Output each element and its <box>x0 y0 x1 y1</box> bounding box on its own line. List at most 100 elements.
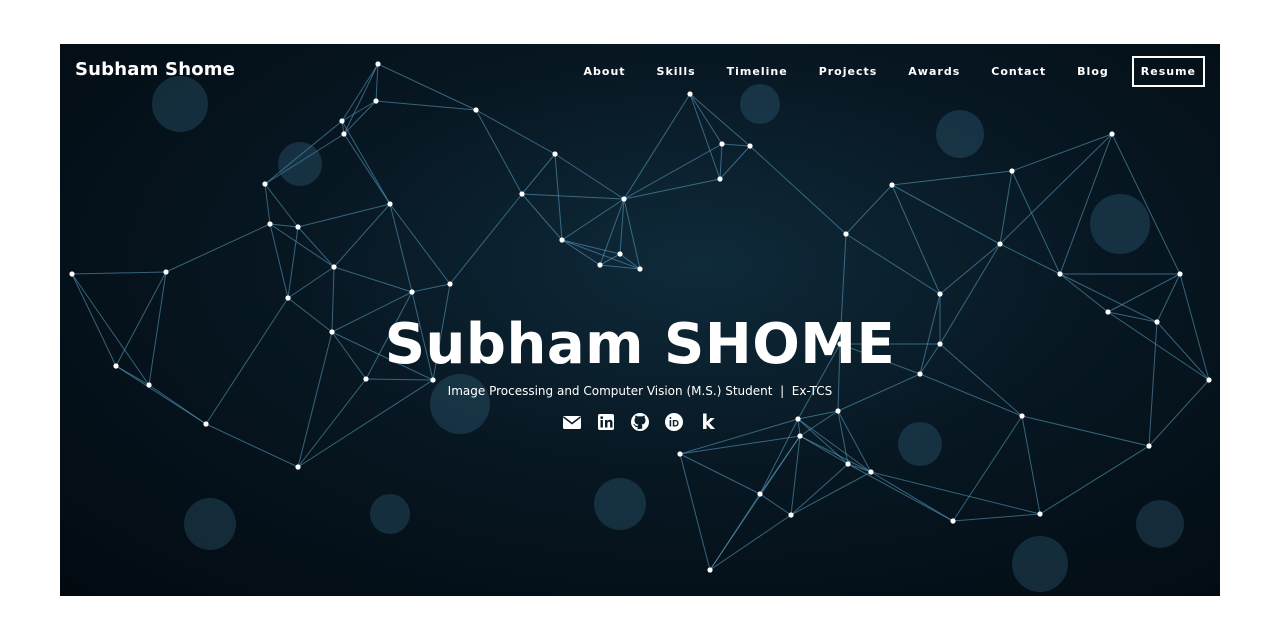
network-link <box>269 223 289 299</box>
network-node <box>747 143 753 149</box>
network-link <box>749 145 847 235</box>
navbar: Subham Shome About Skills Timeline Proje… <box>60 44 1220 98</box>
bokeh-blob <box>1090 194 1150 254</box>
kaggle-icon[interactable]: k <box>698 412 718 432</box>
network-link <box>389 203 451 285</box>
network-link <box>333 266 413 293</box>
hero-content: Subham SHOME Image Processing and Comput… <box>60 310 1220 432</box>
network-node <box>788 512 794 518</box>
network-link <box>521 193 563 241</box>
bokeh-blob <box>184 498 236 550</box>
bokeh-blob <box>936 110 984 158</box>
network-link <box>561 239 621 255</box>
network-link <box>1059 273 1109 313</box>
network-node <box>559 237 565 243</box>
network-link <box>561 198 625 241</box>
social-links: k <box>60 412 1220 432</box>
nav-links: About Skills Timeline Projects Awards Co… <box>584 55 1205 87</box>
network-link <box>297 203 391 228</box>
network-node <box>621 196 627 202</box>
bokeh-blob <box>278 142 322 186</box>
github-icon[interactable] <box>630 412 650 432</box>
network-node <box>1037 511 1043 517</box>
network-node <box>677 451 683 457</box>
network-link <box>799 435 872 473</box>
network-node <box>845 461 851 467</box>
network-node <box>637 266 643 272</box>
network-link <box>709 435 801 571</box>
network-node <box>1177 271 1183 277</box>
nav-link-about[interactable]: About <box>584 65 626 78</box>
network-link <box>1011 170 1061 275</box>
network-link <box>679 453 711 571</box>
hero-title: Subham SHOME <box>384 312 896 377</box>
network-link <box>71 271 167 275</box>
orcid-icon[interactable] <box>664 412 684 432</box>
network-link <box>721 143 751 147</box>
network-link <box>343 133 391 205</box>
network-link <box>679 453 761 495</box>
nav-link-contact[interactable]: Contact <box>991 65 1046 78</box>
network-node <box>597 262 603 268</box>
network-link <box>891 170 1013 186</box>
network-link <box>269 223 335 268</box>
network-link <box>165 223 271 273</box>
hero-section: Subham Shome About Skills Timeline Proje… <box>60 44 1220 596</box>
network-link <box>411 283 451 293</box>
nav-link-blog[interactable]: Blog <box>1077 65 1109 78</box>
bokeh-blob <box>1012 536 1068 592</box>
network-node <box>552 151 558 157</box>
brand-logo[interactable]: Subham Shome <box>75 59 235 80</box>
hero-subtitle: Image Processing and Computer Vision (M.… <box>447 384 833 398</box>
network-link <box>952 513 1041 522</box>
network-node <box>707 567 713 573</box>
network-link <box>623 178 721 200</box>
network-node <box>950 518 956 524</box>
network-node <box>267 221 273 227</box>
network-node <box>617 251 623 257</box>
network-link <box>709 514 792 571</box>
nav-link-skills[interactable]: Skills <box>657 65 696 78</box>
network-node <box>69 271 75 277</box>
network-node <box>409 289 415 295</box>
network-link <box>554 153 563 241</box>
network-link <box>375 100 477 111</box>
network-link <box>689 93 723 145</box>
network-link <box>847 463 954 522</box>
network-node <box>163 269 169 275</box>
network-node <box>519 191 525 197</box>
network-link <box>623 143 723 200</box>
kaggle-glyph: k <box>701 410 715 434</box>
network-link <box>870 471 1041 515</box>
envelope-icon[interactable] <box>562 412 582 432</box>
linkedin-icon[interactable] <box>596 412 616 432</box>
network-node <box>295 224 301 230</box>
network-link <box>1011 133 1113 172</box>
network-node <box>295 464 301 470</box>
network-link <box>891 184 941 295</box>
network-link <box>719 145 751 180</box>
network-link <box>1107 273 1181 313</box>
bokeh-blob <box>1136 500 1184 548</box>
network-node <box>1109 131 1115 137</box>
resume-button[interactable]: Resume <box>1131 55 1205 87</box>
network-node <box>997 241 1003 247</box>
network-link <box>870 471 954 522</box>
network-node <box>285 295 291 301</box>
network-node <box>341 131 347 137</box>
network-node <box>473 107 479 113</box>
network-link <box>759 493 792 516</box>
network-link <box>449 193 523 285</box>
network-node <box>373 98 379 104</box>
network-link <box>719 143 723 180</box>
nav-link-awards[interactable]: Awards <box>908 65 960 78</box>
network-link <box>521 153 556 195</box>
network-node <box>717 176 723 182</box>
network-link <box>891 184 1001 245</box>
nav-link-timeline[interactable]: Timeline <box>727 65 788 78</box>
nav-link-projects[interactable]: Projects <box>819 65 878 78</box>
network-link <box>623 93 691 200</box>
network-link <box>939 243 1001 295</box>
network-link <box>521 193 625 200</box>
network-node <box>1146 443 1152 449</box>
